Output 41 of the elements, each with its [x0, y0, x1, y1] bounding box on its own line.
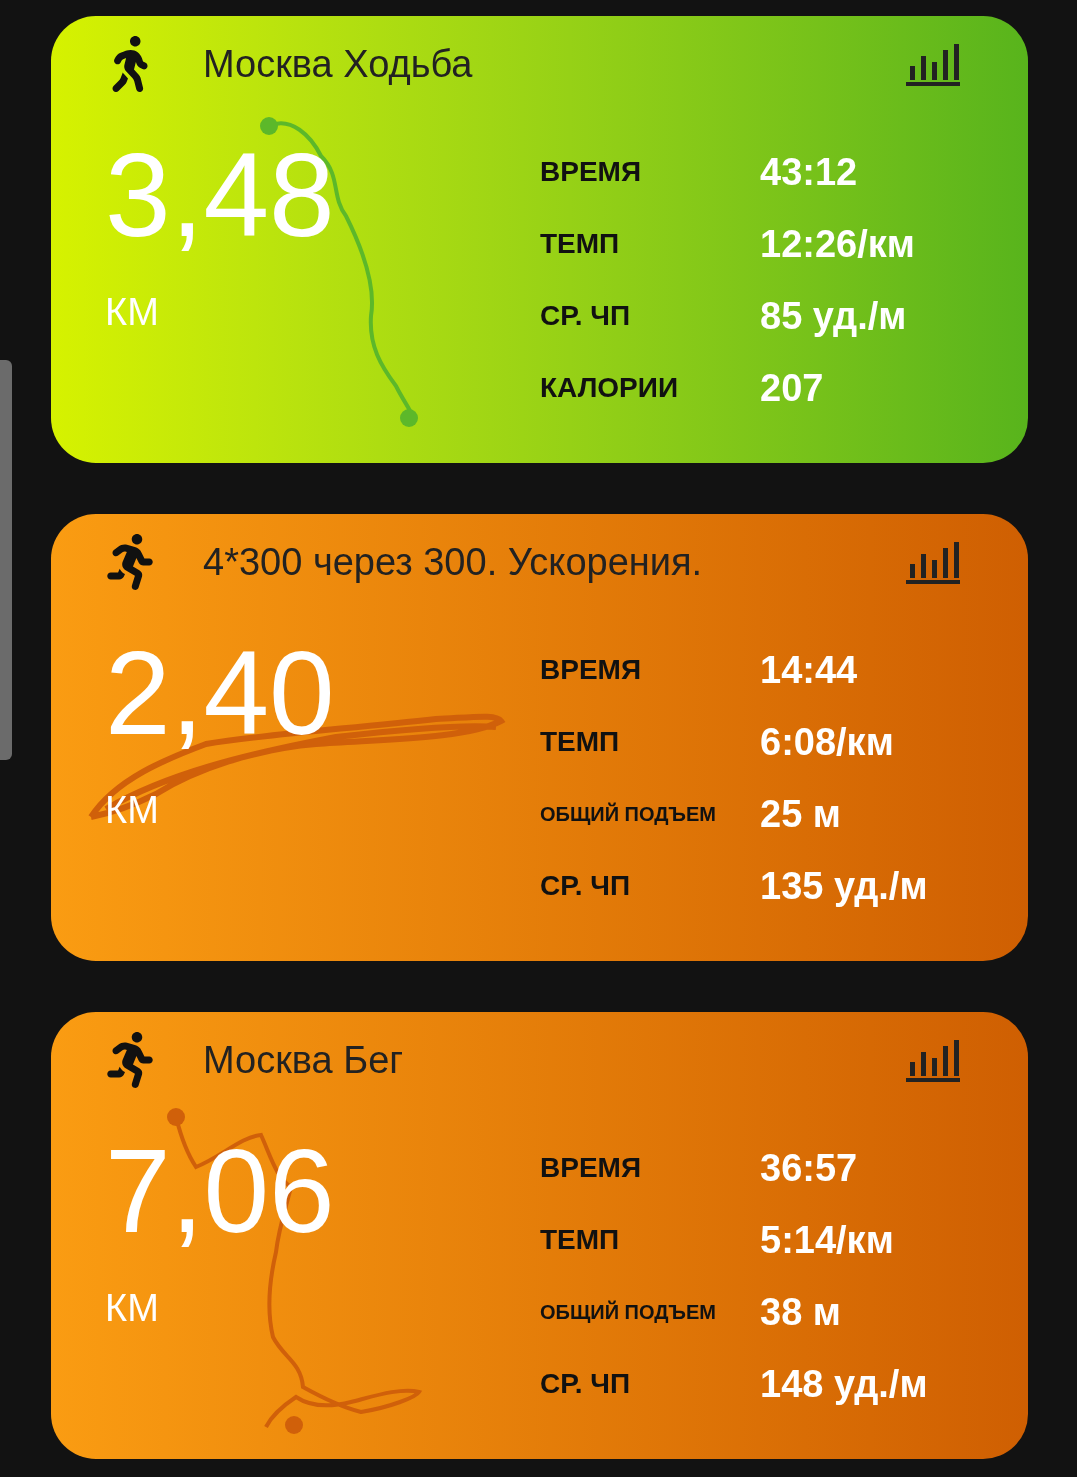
stat-value: 135 уд./м	[760, 863, 928, 909]
stat-value: 207	[760, 365, 824, 411]
running-person-icon	[105, 1032, 155, 1088]
activity-title: Москва Бег	[203, 1037, 405, 1083]
stat-label: ОБЩИЙ ПОДЪЕМ	[540, 801, 717, 827]
stat-value: 43:12	[760, 149, 858, 195]
chart-icon[interactable]	[906, 1038, 960, 1082]
stat-label: СР. ЧП	[540, 869, 632, 903]
stat-label: СР. ЧП	[540, 299, 632, 333]
activity-title: 4*300 через 300. Ускорения.	[203, 539, 704, 585]
running-person-icon	[105, 534, 155, 590]
stat-value: 14:44	[760, 647, 858, 693]
distance-unit: КМ	[105, 290, 160, 335]
activity-card[interactable]: Москва Бег 7,06 КМ ВРЕМЯ 36:57 ТЕМП 5:14/км ОБЩИЙ ПОДЪЕМ 38 м СР. ЧП 148 уд./м	[51, 1012, 1028, 1459]
stat-value: 5:14/км	[760, 1217, 894, 1263]
chart-icon[interactable]	[906, 42, 960, 86]
stat-value: 12:26/км	[760, 221, 915, 267]
stat-label: КАЛОРИИ	[540, 371, 679, 405]
distance-value: 2,40	[105, 634, 336, 752]
stat-value: 85 уд./м	[760, 293, 907, 339]
stat-label: ТЕМП	[540, 1223, 621, 1257]
stat-value: 6:08/км	[760, 719, 894, 765]
stat-value: 25 м	[760, 791, 841, 837]
stat-label: ТЕМП	[540, 725, 621, 759]
distance-unit: КМ	[105, 788, 160, 833]
stat-label: ТЕМП	[540, 227, 621, 261]
stat-value: 38 м	[760, 1289, 841, 1335]
stat-label: СР. ЧП	[540, 1367, 632, 1401]
distance-unit: КМ	[105, 1286, 160, 1331]
stat-label: ОБЩИЙ ПОДЪЕМ	[540, 1299, 717, 1325]
distance-value: 3,48	[105, 136, 336, 254]
stat-value: 148 уд./м	[760, 1361, 928, 1407]
distance-value: 7,06	[105, 1132, 336, 1250]
activity-card[interactable]: Москва Ходьба 3,48 КМ ВРЕМЯ 43:12 ТЕМП 12:26/км СР. ЧП 85 уд./м КАЛОРИИ 207	[51, 16, 1028, 463]
activity-card[interactable]: 4*300 через 300. Ускорения. 2,40 КМ ВРЕМЯ 14:44 ТЕМП 6:08/км ОБЩИЙ ПОДЪЕМ 25 м СР. ЧП 135 уд./м	[51, 514, 1028, 961]
stat-label: ВРЕМЯ	[540, 653, 643, 687]
stat-value: 36:57	[760, 1145, 858, 1191]
activity-title: Москва Ходьба	[203, 41, 474, 87]
chart-icon[interactable]	[906, 540, 960, 584]
stat-label: ВРЕМЯ	[540, 1151, 643, 1185]
stat-label: ВРЕМЯ	[540, 155, 643, 189]
